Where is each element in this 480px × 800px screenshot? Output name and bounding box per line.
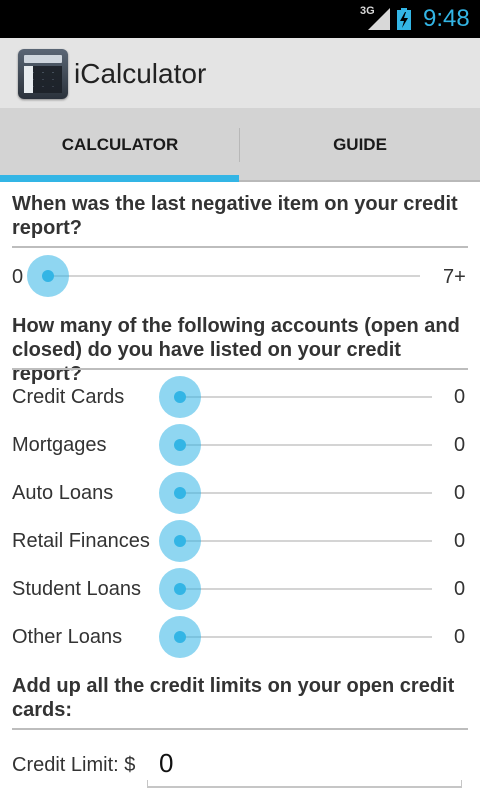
tab-underline bbox=[239, 180, 480, 182]
slider-max-label: 7+ bbox=[443, 266, 466, 288]
student-loans-slider-track[interactable] bbox=[180, 588, 432, 590]
credit-cards-label: Credit Cards bbox=[12, 386, 125, 408]
retail-finances-slider-track[interactable] bbox=[180, 540, 432, 542]
credit-limit-input[interactable]: 0 bbox=[147, 742, 462, 788]
section-divider bbox=[12, 368, 468, 370]
section-divider bbox=[12, 728, 468, 730]
slider-min-label: 0 bbox=[12, 266, 24, 288]
mortgages-slider-thumb[interactable] bbox=[159, 424, 201, 466]
app-title: iCalculator bbox=[74, 58, 207, 89]
calculator-app-icon[interactable] bbox=[18, 49, 68, 99]
retail-finances-label: Retail Finances bbox=[12, 530, 150, 552]
auto-loans-slider-track[interactable] bbox=[180, 492, 432, 494]
negative-item-slider-track[interactable] bbox=[48, 275, 420, 277]
mortgages-value: 0 bbox=[454, 434, 466, 456]
student-loans-slider-thumb[interactable] bbox=[159, 568, 201, 610]
credit-cards-slider-thumb[interactable] bbox=[159, 376, 201, 418]
tab-calculator[interactable]: CALCULATOR bbox=[0, 108, 240, 182]
negative-item-question: When was the last negative item on your … bbox=[12, 193, 458, 239]
signal-icon bbox=[368, 8, 390, 30]
student-loans-value: 0 bbox=[454, 578, 466, 600]
credit-limit-label: Credit Limit: $ bbox=[12, 754, 136, 776]
accounts-question: How many of the following accounts (open… bbox=[12, 315, 460, 385]
mortgages-label: Mortgages bbox=[12, 434, 107, 456]
action-bar: iCalculator bbox=[0, 38, 480, 108]
negative-item-slider-thumb[interactable] bbox=[27, 255, 69, 297]
credit-cards-value: 0 bbox=[454, 386, 466, 408]
other-loans-value: 0 bbox=[454, 626, 466, 648]
student-loans-label: Student Loans bbox=[12, 578, 141, 600]
auto-loans-label: Auto Loans bbox=[12, 482, 114, 504]
section-divider bbox=[12, 246, 468, 248]
selected-tab-indicator bbox=[0, 175, 239, 182]
other-loans-slider-track[interactable] bbox=[180, 636, 432, 638]
other-loans-label: Other Loans bbox=[12, 626, 123, 648]
mortgages-slider-track[interactable] bbox=[180, 444, 432, 446]
tab-guide[interactable]: GUIDE bbox=[240, 108, 480, 182]
other-loans-slider-thumb[interactable] bbox=[159, 616, 201, 658]
credit-limit-question: Add up all the credit limits on your ope… bbox=[12, 675, 455, 721]
auto-loans-slider-thumb[interactable] bbox=[159, 472, 201, 514]
status-bar: 3G 9:48 bbox=[0, 0, 480, 38]
clock: 9:48 bbox=[423, 5, 470, 32]
tab-bar: CALCULATOR GUIDE bbox=[0, 108, 480, 182]
battery-charging-icon bbox=[397, 8, 411, 30]
credit-limit-value[interactable]: 0 bbox=[159, 748, 173, 779]
retail-finances-slider-thumb[interactable] bbox=[159, 520, 201, 562]
retail-finances-value: 0 bbox=[454, 530, 466, 552]
credit-cards-slider-track[interactable] bbox=[180, 396, 432, 398]
auto-loans-value: 0 bbox=[454, 482, 466, 504]
